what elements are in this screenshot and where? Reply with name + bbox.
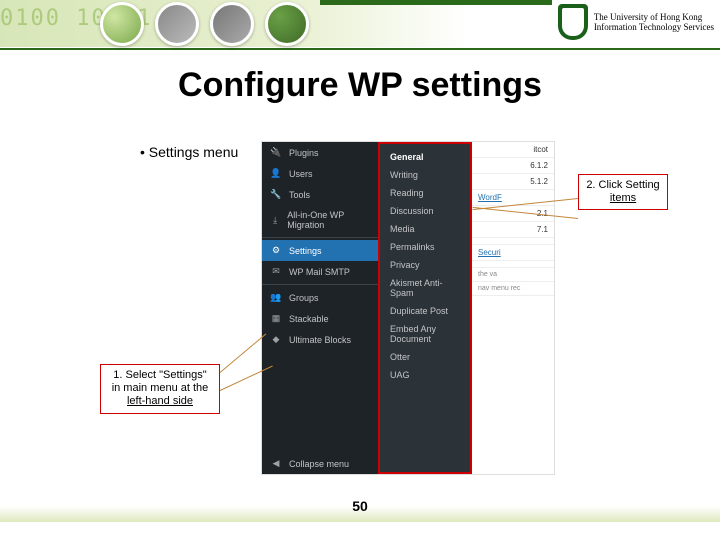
hku-org-text: The University of Hong Kong Information … (594, 12, 714, 33)
wp-settings-item-duplicate-post[interactable]: Duplicate Post (380, 302, 470, 320)
wp-menu-label: Settings (289, 246, 322, 256)
tools-icon: 🔧 (270, 189, 282, 200)
header-circle-green (265, 2, 309, 46)
wp-settings-item-discussion[interactable]: Discussion (380, 202, 470, 220)
wp-content-row: 7.1 (472, 222, 554, 238)
wp-content-row: Securi (472, 245, 554, 261)
wp-side-separator (262, 284, 378, 285)
groups-icon: 👥 (270, 292, 282, 303)
callout-step-2: 2. Click Setting items (578, 174, 668, 210)
wp-menu-label: Collapse menu (289, 459, 349, 469)
wp-mail-smtp-icon: ✉ (270, 266, 282, 277)
wp-menu-label: Ultimate Blocks (289, 335, 351, 345)
wp-menu-settings[interactable]: ⚙ Settings (262, 240, 378, 261)
callout-1-line3: left-hand side (107, 395, 213, 408)
collapse-menu-icon: ◀ (270, 458, 282, 469)
wp-menu-label: Tools (289, 190, 310, 200)
wp-admin-sidebar: 🔌 Plugins 👤 Users 🔧 Tools ⤓ All-in-One WP Migra… (262, 142, 378, 474)
wp-row-right: itcot (533, 145, 548, 154)
wp-row-left: nav menu rec (478, 285, 520, 292)
hku-line2: Information Technology Services (594, 22, 714, 32)
wp-content-row: itcot (472, 142, 554, 158)
wp-content-row: 5.1.2 (472, 174, 554, 190)
wp-settings-item-media[interactable]: Media (380, 220, 470, 238)
wp-menu-groups[interactable]: 👥 Groups (262, 287, 378, 308)
page-number: 50 (0, 498, 720, 514)
ultimate-blocks-icon: ◆ (270, 334, 282, 345)
wp-menu-wp-mail-smtp[interactable]: ✉ WP Mail SMTP (262, 261, 378, 282)
wp-menu-label: All-in-One WP Migration (287, 210, 370, 230)
wp-menu-stackable[interactable]: ▦ Stackable (262, 308, 378, 329)
wp-row-right: 7.1 (537, 225, 548, 234)
wp-row-left: WordF (478, 193, 502, 202)
wp-content-row (472, 238, 554, 245)
slide-body: Configure WP settings Settings menu 🔌 Plu… (0, 50, 720, 522)
all-in-one-wp-migration-icon: ⤓ (270, 215, 280, 226)
wp-menu-collapse-menu[interactable]: ◀ Collapse menu (262, 453, 378, 474)
wp-menu-all-in-one-wp-migration[interactable]: ⤓ All-in-One WP Migration (262, 205, 378, 235)
header-green-bar (320, 0, 552, 5)
callout-1-line1: 1. Select "Settings" (107, 369, 213, 382)
header-circle-photo-1 (155, 2, 199, 46)
wp-settings-item-akismet-anti-spam[interactable]: Akismet Anti-Spam (380, 274, 470, 302)
callout-1-line2: in main menu at the (107, 382, 213, 395)
header-circle-globe (100, 2, 144, 46)
wp-row-right: 6.1.2 (530, 161, 548, 170)
arrow-callout1-a (220, 334, 267, 373)
wp-content-row: WordF (472, 190, 554, 206)
wp-menu-ultimate-blocks[interactable]: ◆ Ultimate Blocks (262, 329, 378, 350)
hku-line1: The University of Hong Kong (594, 12, 714, 22)
callout-step-1: 1. Select "Settings" in main menu at the… (100, 364, 220, 414)
wp-menu-label: Plugins (289, 148, 319, 158)
callout-2-line2: items (585, 192, 661, 205)
slide-header: 0100 10001 The University of Hong Kong I… (0, 0, 720, 48)
wp-settings-item-privacy[interactable]: Privacy (380, 256, 470, 274)
wp-content-panel: itcot6.1.25.1.2WordF2.17.1Securithe vana… (472, 142, 554, 474)
bullet-settings-menu: Settings menu (140, 144, 238, 160)
wp-settings-item-writing[interactable]: Writing (380, 166, 470, 184)
wp-settings-item-embed-any-document[interactable]: Embed Any Document (380, 320, 470, 348)
plugins-icon: 🔌 (270, 147, 282, 158)
wp-row-right: 5.1.2 (530, 177, 548, 186)
wp-row-left: the va (478, 271, 497, 278)
wp-content-row (472, 261, 554, 268)
wp-settings-item-permalinks[interactable]: Permalinks (380, 238, 470, 256)
wp-menu-label: Groups (289, 293, 319, 303)
callout-2-line1: 2. Click Setting (585, 179, 661, 192)
stackable-icon: ▦ (270, 313, 282, 324)
wp-settings-submenu: GeneralWritingReadingDiscussionMediaPerm… (378, 142, 472, 474)
hku-branding: The University of Hong Kong Information … (558, 4, 714, 40)
wp-menu-label: Stackable (289, 314, 329, 324)
wp-settings-item-reading[interactable]: Reading (380, 184, 470, 202)
wp-menu-tools[interactable]: 🔧 Tools (262, 184, 378, 205)
wp-content-row: the va (472, 268, 554, 282)
slide-title: Configure WP settings (0, 50, 720, 113)
wp-settings-item-general[interactable]: General (380, 148, 470, 166)
settings-icon: ⚙ (270, 245, 282, 256)
wp-menu-label: Users (289, 169, 313, 179)
wp-menu-users[interactable]: 👤 Users (262, 163, 378, 184)
wp-settings-item-uag[interactable]: UAG (380, 366, 470, 384)
wp-menu-plugins[interactable]: 🔌 Plugins (262, 142, 378, 163)
header-circle-photo-2 (210, 2, 254, 46)
users-icon: 👤 (270, 168, 282, 179)
wp-admin-screenshot: 🔌 Plugins 👤 Users 🔧 Tools ⤓ All-in-One WP Migra… (262, 142, 554, 474)
wp-side-separator (262, 237, 378, 238)
wp-row-left: Securi (478, 248, 501, 257)
wp-content-row: 6.1.2 (472, 158, 554, 174)
wp-settings-item-otter[interactable]: Otter (380, 348, 470, 366)
wp-menu-label: WP Mail SMTP (289, 267, 350, 277)
hku-shield-logo (558, 4, 588, 40)
wp-content-row: nav menu rec (472, 282, 554, 296)
